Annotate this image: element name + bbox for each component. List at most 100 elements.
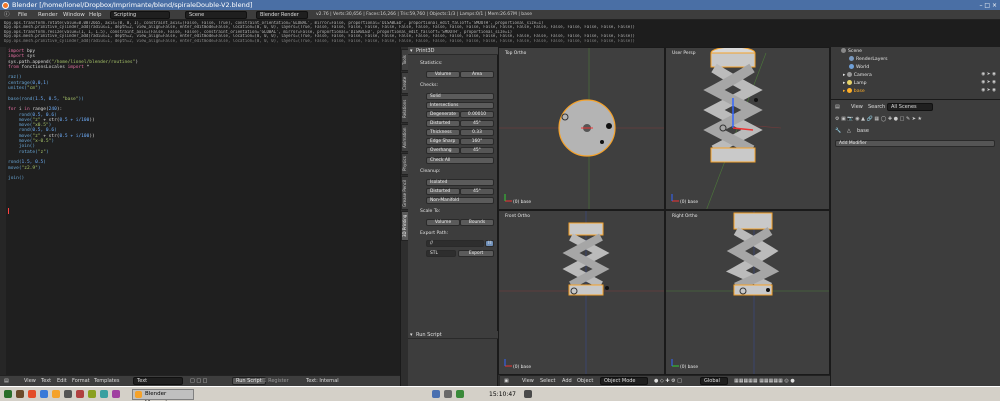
- distorted-cleanup-button[interactable]: Distorted: [426, 188, 460, 195]
- export-format-selector[interactable]: STL: [426, 250, 456, 257]
- edge-sharp-value-field[interactable]: 160°: [460, 138, 494, 145]
- distorted-value-field[interactable]: 45°: [460, 120, 494, 127]
- intersections-check-button[interactable]: Intersections: [426, 102, 494, 109]
- code-token: + str(: [40, 133, 60, 139]
- volume-stat-button[interactable]: Volume: [426, 71, 460, 78]
- viewport-right-ortho[interactable]: Right Ortho (0) base: [665, 210, 830, 375]
- tray-icon[interactable]: [444, 390, 452, 398]
- degenerate-check-button[interactable]: Degenerate: [426, 111, 460, 118]
- code-token: sys.path.append(: [8, 59, 52, 65]
- export-path-field[interactable]: //: [426, 240, 484, 247]
- render-layers-icon: [849, 56, 854, 61]
- folder-icon[interactable]: ☷: [485, 240, 494, 247]
- tray-icon[interactable]: [432, 390, 440, 398]
- outliner-world[interactable]: World: [849, 64, 869, 70]
- mode-selector[interactable]: Object Mode: [600, 377, 648, 385]
- app-icon[interactable]: [76, 390, 84, 398]
- tool-shelf-tabs: Tools Create Relations Animation Physics…: [400, 47, 409, 386]
- terminal-icon[interactable]: [64, 390, 72, 398]
- files-icon[interactable]: [16, 390, 24, 398]
- app-icon[interactable]: [88, 390, 96, 398]
- info-header: ⓘ File Render Window Help Scripting Scen…: [0, 10, 1000, 20]
- menu-select[interactable]: Select: [540, 378, 555, 384]
- menu-text[interactable]: Text: [41, 378, 51, 384]
- scale-volume-button[interactable]: Volume: [426, 219, 460, 226]
- menu-help[interactable]: Help: [89, 11, 102, 19]
- app-icon[interactable]: [40, 390, 48, 398]
- editor-type-icon[interactable]: ▣: [504, 378, 509, 384]
- scale-bounds-button[interactable]: Bounds: [460, 219, 494, 226]
- edge-sharp-check-button[interactable]: Edge Sharp: [426, 138, 460, 145]
- layer-buttons[interactable]: ▦▦▦▦▦ ▦▦▦▦▦ ◎ ●: [734, 378, 795, 384]
- menu-render[interactable]: Render: [38, 11, 58, 19]
- cleanup-label: Cleanup:: [420, 169, 441, 174]
- menu-edit[interactable]: Edit: [57, 378, 67, 384]
- print3d-panel-header[interactable]: Print3D: [408, 47, 498, 55]
- outliner-lamp[interactable]: ▸ Lamp: [843, 80, 867, 86]
- isolated-cleanup-button[interactable]: Isolated: [426, 179, 494, 186]
- thickness-value-field[interactable]: 0.33: [460, 129, 494, 136]
- check-all-button[interactable]: Check All: [426, 157, 494, 164]
- editor-type-icon[interactable]: ⓘ: [4, 11, 10, 19]
- menu-view[interactable]: View: [24, 378, 36, 384]
- shading-icons[interactable]: ● ◇ ✚ ⚙ □: [654, 378, 682, 384]
- menu-view[interactable]: View: [522, 378, 534, 384]
- distorted-cleanup-value-field[interactable]: 45°: [460, 188, 494, 195]
- text-editor-footer: ▤ View Text Edit Format Templates Text □…: [0, 375, 400, 386]
- outliner-camera[interactable]: ▸ Camera: [843, 72, 872, 78]
- area-stat-button[interactable]: Area: [460, 71, 494, 78]
- menu-file[interactable]: File: [18, 11, 27, 19]
- tray-icon[interactable]: [524, 390, 532, 398]
- viewport-top-ortho[interactable]: Top Ortho (0) base: [498, 47, 665, 210]
- taskbar-blender-task[interactable]: Blender [/home/...: [132, 389, 194, 401]
- viewport-front-ortho[interactable]: Front Ortho (0) base: [498, 210, 665, 375]
- render-engine-selector[interactable]: Blender Render: [256, 11, 308, 19]
- menu-window[interactable]: Window: [63, 11, 85, 19]
- solid-check-button[interactable]: Solid: [426, 93, 494, 100]
- menu-object[interactable]: Object: [577, 378, 593, 384]
- tray-icon[interactable]: [456, 390, 464, 398]
- visibility-icons[interactable]: ◉ ➤ ◉: [981, 72, 996, 77]
- menu-view[interactable]: View: [851, 104, 863, 110]
- firefox-icon[interactable]: [28, 390, 36, 398]
- thickness-check-button[interactable]: Thickness: [426, 129, 460, 136]
- editor-type-icon[interactable]: ▤: [4, 378, 9, 384]
- text-editor[interactable]: import bpy import sys sys.path.append("/ho…: [0, 47, 400, 375]
- outliner-scene[interactable]: Scene: [841, 48, 862, 54]
- run-script-panel-header[interactable]: Run Script: [408, 331, 498, 339]
- visibility-icons[interactable]: ◉ ➤ ◉: [981, 80, 996, 85]
- code-area[interactable]: import bpy import sys sys.path.append("/ho…: [8, 49, 138, 181]
- app-icon[interactable]: [112, 390, 120, 398]
- app-icon[interactable]: [100, 390, 108, 398]
- start-menu-icon[interactable]: [4, 390, 12, 398]
- overhang-value-field[interactable]: 45°: [460, 147, 494, 154]
- viewport-user-persp[interactable]: User Persp (0) base: [665, 47, 830, 210]
- add-modifier-dropdown[interactable]: Add Modifier: [835, 140, 995, 147]
- datablock-icons[interactable]: □ □ □: [190, 378, 207, 384]
- properties-context-icons[interactable]: ⚙ ▣ 📷 ◉ ▲ 🔗 ▦ ◯ ✚ ● □ ✎ ➤ ★: [835, 116, 922, 122]
- code-token: 0.5, 0.6: [32, 128, 55, 134]
- menu-templates[interactable]: Templates: [94, 378, 119, 384]
- overhang-check-button[interactable]: Overhang: [426, 147, 460, 154]
- code-line[interactable]: join(): [8, 176, 138, 181]
- text-datablock-selector[interactable]: Text: [133, 377, 183, 385]
- degenerate-value-field[interactable]: 0.00010: [460, 111, 494, 118]
- layout-selector[interactable]: Scripting: [110, 11, 170, 19]
- menu-format[interactable]: Format: [72, 378, 90, 384]
- menu-add[interactable]: Add: [562, 378, 572, 384]
- scenes-selector[interactable]: All Scenes: [887, 103, 933, 111]
- export-button[interactable]: Export: [458, 250, 494, 257]
- outliner-render-layers[interactable]: RenderLayers: [849, 56, 888, 62]
- blender-app-icon[interactable]: [52, 390, 60, 398]
- visibility-icons[interactable]: ◉ ➤ ◉: [981, 88, 996, 93]
- orientation-selector[interactable]: Global: [700, 377, 728, 385]
- run-script-button[interactable]: Run Script: [232, 377, 266, 385]
- viewport-object-name: (0) base: [513, 365, 532, 370]
- editor-type-icon[interactable]: ▤: [835, 104, 840, 110]
- scene-selector[interactable]: Scene: [185, 11, 247, 19]
- distorted-check-button[interactable]: Distorted: [426, 120, 460, 127]
- outliner-base[interactable]: ▸ base: [843, 88, 865, 94]
- menu-search[interactable]: Search: [868, 104, 885, 110]
- register-checkbox[interactable]: ☐ Register: [262, 378, 289, 384]
- non-manifold-button[interactable]: Non-Manifold: [426, 197, 494, 204]
